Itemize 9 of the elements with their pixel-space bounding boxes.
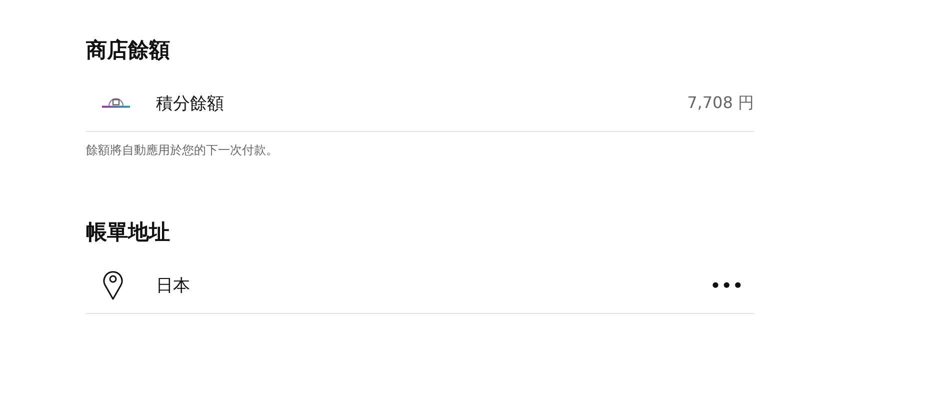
credit-label: 積分餘額 bbox=[156, 92, 225, 114]
section-heading: 帳單地址 bbox=[86, 219, 171, 246]
section-heading: 商店餘額 bbox=[86, 37, 171, 64]
more-options-button[interactable]: ••• bbox=[710, 276, 744, 294]
location-pin-icon bbox=[102, 269, 124, 301]
address-country: 日本 bbox=[156, 274, 191, 296]
store-credit-icon bbox=[102, 98, 130, 108]
credit-amount: 7,708 円 bbox=[687, 92, 754, 114]
balance-note: 餘額將自動應用於您的下一次付款。 bbox=[86, 142, 279, 159]
